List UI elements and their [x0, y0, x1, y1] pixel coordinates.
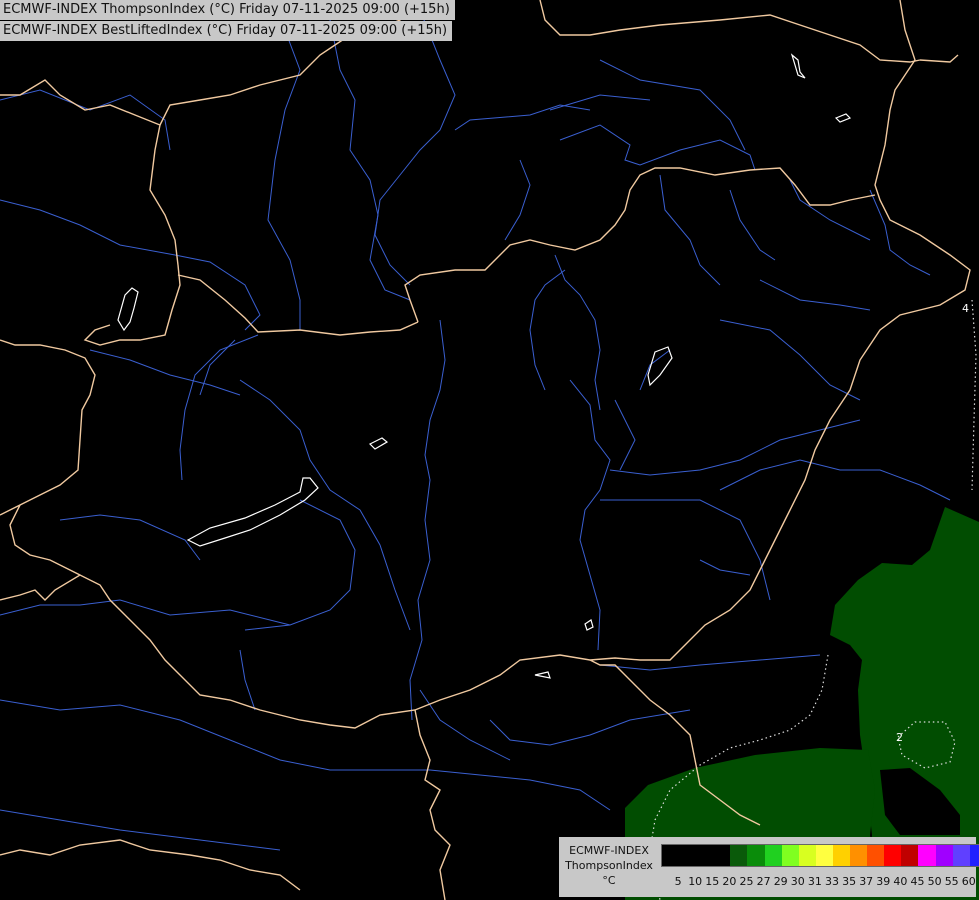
- legend-swatch: [935, 845, 953, 866]
- legend-tick-label: 45: [910, 875, 925, 888]
- legend-tick-label: 31: [807, 875, 822, 888]
- legend-swatch: [969, 845, 979, 866]
- legend-parameter: ThompsonIndex: [565, 859, 653, 872]
- map-title-thompson-index: ECMWF-INDEX ThompsonIndex (°C) Friday 07…: [0, 0, 455, 20]
- legend-tick-label: 25: [739, 875, 754, 888]
- legend-swatch: [747, 845, 765, 866]
- legend-color-scale: [661, 844, 979, 867]
- legend-swatch: [730, 845, 748, 866]
- legend-swatch: [850, 845, 868, 866]
- legend-tick-label: 27: [756, 875, 771, 888]
- legend-title: ECMWF-INDEX ThompsonIndex °C: [559, 843, 659, 888]
- legend-tick-label: 33: [825, 875, 839, 888]
- legend-ticks: 5 10 15 20 25 27 29 30 31 33 35 37 39 40 45 50 55 60: [661, 873, 976, 889]
- legend-swatch: [798, 845, 816, 866]
- legend-swatch: [781, 845, 799, 866]
- legend-swatch: [884, 845, 902, 866]
- legend-tick-label: 50: [927, 875, 942, 888]
- legend-swatch: [901, 845, 919, 866]
- legend-tick-label: 35: [842, 875, 857, 888]
- legend-tick-label: 40: [893, 875, 908, 888]
- contour-label: 2: [896, 731, 903, 744]
- legend-swatch: [662, 845, 680, 866]
- legend-swatch: [815, 845, 833, 866]
- map-title-best-lifted-index: ECMWF-INDEX BestLiftedIndex (°C) Friday …: [0, 21, 453, 41]
- contour-label: 4: [962, 302, 969, 315]
- legend-tick-label: 10: [688, 875, 703, 888]
- legend-model: ECMWF-INDEX: [569, 844, 649, 857]
- legend-tick-label: 30: [790, 875, 805, 888]
- legend-tick-label: 29: [773, 875, 788, 888]
- legend-tick-label: 37: [859, 875, 874, 888]
- legend-swatch: [696, 845, 714, 866]
- weather-map: 2 4: [0, 0, 979, 900]
- legend-swatch: [713, 845, 731, 866]
- legend-tick-label: 5: [674, 875, 682, 888]
- legend-unit: °C: [602, 874, 616, 887]
- legend-swatch: [918, 845, 936, 866]
- legend-tick-label: 39: [876, 875, 891, 888]
- legend-swatch: [679, 845, 697, 866]
- color-legend: ECMWF-INDEX ThompsonIndex °C 5 10 15 20 25 27…: [559, 837, 979, 897]
- legend-swatch: [764, 845, 782, 866]
- legend-tick-label: 60: [961, 875, 976, 888]
- legend-swatch: [867, 845, 885, 866]
- legend-tick-label: 20: [722, 875, 737, 888]
- legend-tick-label: 55: [944, 875, 959, 888]
- legend-tick-label: 15: [705, 875, 720, 888]
- legend-swatch: [832, 845, 851, 866]
- legend-swatch: [952, 845, 970, 866]
